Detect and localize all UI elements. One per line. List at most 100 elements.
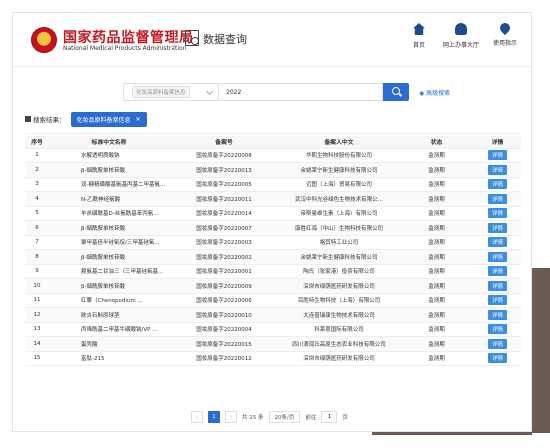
cell-detail: 详情 [474,191,521,207]
cell-detail: 详情 [474,264,521,279]
detail-button[interactable]: 详情 [487,324,507,335]
table-row: 15 富肽-215 国妆原备字20220012 深圳市绿荫医药研发有限公司 监测期 详情 [25,351,521,366]
cell-name: 羊羔磺酰基D-丝氨酰基苯丙氨... [49,206,169,221]
detail-button[interactable]: 详情 [487,280,507,291]
cell-status: 监测期 [399,177,474,192]
cell-name: 双-糖精磺酸基氨基丙基二甲基氨... [49,177,169,192]
cell-status: 监测期 [399,220,474,236]
cell-company: 武汉中科光谷绿色生物技术有限公... [279,191,399,207]
nav-online-hall-label: 网上办事大厅 [442,42,479,49]
cell-no: 15 [25,351,49,366]
close-icon[interactable]: ✕ [136,116,141,123]
table-row: 10 β-烟酰胺单核苷酸 国妆原备字20220009 深圳市绿荫医药研发有限公司 监测期… [25,278,521,294]
goto-prefix: 前往 [305,415,317,421]
cell-company: 格其特工业公司 [279,235,399,250]
cell-code: 国妆原备字20220013 [169,162,279,178]
cell-detail: 详情 [474,336,521,352]
cell-name: 肤炎石斛原球茎 [49,307,169,323]
brand-title-en: National Medical Products Administration [63,45,187,52]
col-header-company: 备案人中文 [279,136,399,149]
cell-detail: 详情 [474,206,521,221]
cell-company: 深圳市绿荫医药研发有限公司 [279,351,399,366]
next-page-button[interactable]: › [225,411,237,423]
cell-no: 1 [25,148,49,163]
cell-status: 监测期 [399,322,474,337]
site-header: 国家药品监督管理局 National Medical Products Admi… [13,13,531,67]
detail-button[interactable]: 详情 [487,353,507,364]
cell-status: 监测期 [399,162,474,178]
detail-button[interactable]: 详情 [487,251,507,262]
cell-detail: 详情 [474,162,521,178]
table-row: 1 水解透明质酸钠 国妆原备字20220008 华熙生物科技股份有限公司 监测期 详情 [25,148,521,163]
cell-name: 水解透明质酸钠 [49,148,169,163]
detail-button[interactable]: 详情 [487,164,507,175]
cell-status: 监测期 [399,148,474,163]
cell-no: 2 [25,162,49,178]
detail-button[interactable]: 详情 [487,208,507,219]
cell-company: 华熙生物科技股份有限公司 [279,148,399,163]
table-row: 12 肤炎石斛原球茎 国妆原备字20220010 大连普瑞康生物技术有限公司 监测期 详情 [25,307,521,323]
cell-name: 聚甲基倍半硅氧烷/三甲基硅氧... [49,235,169,250]
detail-button[interactable]: 详情 [487,295,507,306]
cell-detail: 详情 [474,249,521,265]
cell-status: 监测期 [399,278,474,294]
cell-code: 国妆原备字20220011 [169,191,279,207]
nav-home-label: 首页 [412,42,425,49]
goto-page-input[interactable] [321,411,338,423]
col-header-status: 状态 [399,136,474,149]
detail-button[interactable]: 详情 [487,237,507,248]
table-row: 6 β-烟酰胺单核苷酸 国妆原备字20220007 康胜红海（中山）生物科技有限公司监… [25,220,521,236]
category-select[interactable]: 化妆品原料备案信息 [123,83,218,101]
cell-code: 国妆原备字20220010 [169,307,279,323]
nav-guide[interactable]: 使用指示 [477,20,531,47]
col-header-code: 备案号 [169,136,279,149]
cell-code: 国妆原备字20220012 [169,351,279,366]
cell-code: 国妆原备字20220005 [169,177,279,192]
page-size-select[interactable]: 20条/页 [268,411,301,423]
cell-code: 国妆原备字20220006 [169,293,279,308]
cell-detail: 详情 [474,177,521,192]
cell-code: 国妆原备字20220001 [169,264,279,279]
prev-page-button[interactable]: ‹ [191,411,203,423]
cell-no: 10 [25,278,49,294]
cell-code: 国妆原备字20220008 [169,148,279,163]
search-button[interactable] [383,83,409,101]
page-size-label: 20条/页 [274,415,295,421]
detail-button[interactable]: 详情 [487,179,507,190]
cell-no: 3 [25,177,49,192]
home-icon [413,23,425,35]
search-results-header: 搜索结果： 化妆品原料备案信息 ✕ [25,109,147,129]
detail-button[interactable]: 详情 [487,266,507,277]
cell-no: 13 [25,322,49,337]
cell-code: 国妆原备字20220004 [169,322,279,337]
page-1-button[interactable]: 1 [208,411,220,423]
cell-no: 9 [25,264,49,279]
cell-no: 8 [25,249,49,265]
detail-button[interactable]: 详情 [487,222,507,233]
table-row: 3 双-糖精磺酸基氨基丙基二甲基氨... 国妆原备字20220005 迈图（上海）贸易… [25,177,521,192]
cell-name: β-烟酰胺单核苷酸 [49,278,169,294]
detail-button[interactable]: 详情 [487,150,507,161]
detail-button[interactable]: 详情 [487,338,507,349]
user-icon [455,23,467,35]
table-row: 11 红藜（Chenopodium ... 国妆原备字20220006 百胜特生物科技… [25,293,521,308]
cell-company: 余姚莱宁新生健康科技有限公司 [279,249,399,265]
result-filter-chip[interactable]: 化妆品原料备案信息 ✕ [70,111,147,127]
category-tag: 化妆品原料备案信息 [132,86,190,98]
goto-suffix: 页 [342,415,348,421]
cell-company: 深圳市绿荫医药研发有限公司 [279,278,399,294]
cell-status: 监测期 [399,307,474,323]
data-query-icon [185,30,199,46]
total-count: 共 15 条 [242,415,264,421]
detail-button[interactable]: 详情 [487,309,507,320]
cell-name: 富肽-215 [49,351,169,366]
page-frame: 国家药品监督管理局 National Medical Products Admi… [12,12,532,432]
cell-code: 国妆原备字20220015 [169,336,279,352]
results-label: 搜索结果： [33,116,66,124]
advanced-search-link[interactable]: ◉ 高级搜索 [419,88,450,97]
cell-detail: 详情 [474,235,521,250]
keyword-input[interactable] [218,83,383,101]
cell-company: 陶氏（张家港）投资有限公司 [279,264,399,279]
detail-button[interactable]: 详情 [487,193,507,204]
col-header-detail: 详情 [474,136,521,149]
